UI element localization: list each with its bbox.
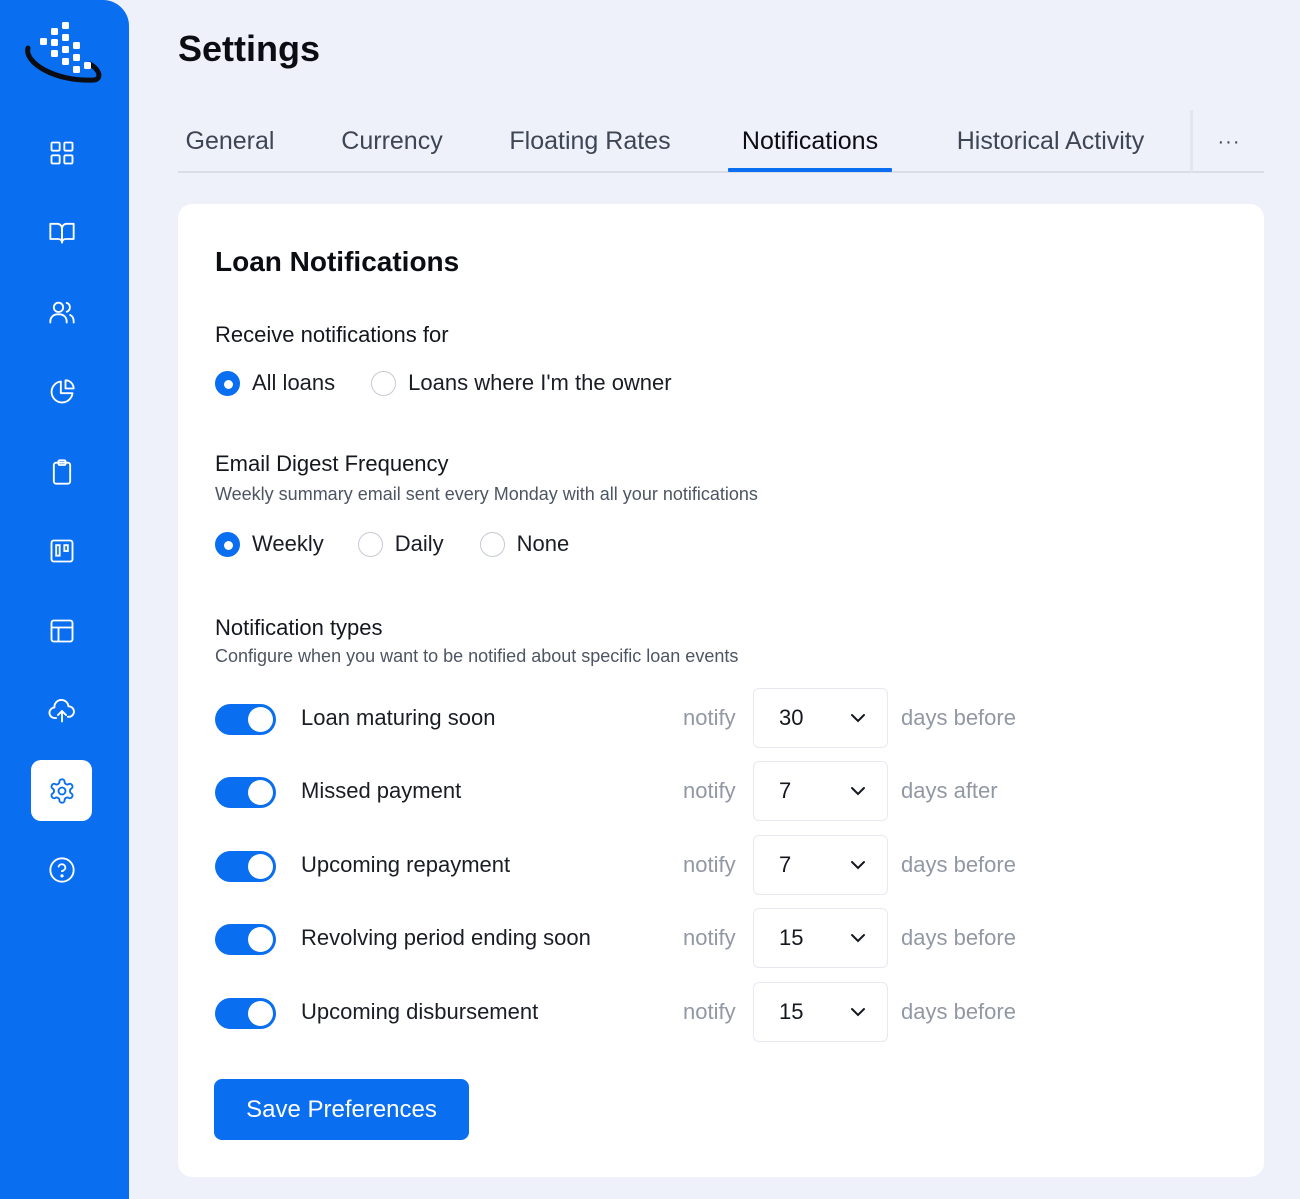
save-preferences-button[interactable]: Save Preferences xyxy=(214,1079,469,1140)
clipboard-icon xyxy=(52,458,71,485)
notification-type-label: Loan maturing soon xyxy=(301,705,496,730)
cloud-upload-icon xyxy=(48,698,75,722)
nav-board[interactable] xyxy=(31,520,92,581)
radio-all-loans[interactable]: All loans xyxy=(215,370,335,396)
toggle-switch[interactable] xyxy=(215,851,276,882)
radio-indicator[interactable] xyxy=(215,531,240,557)
days-suffix: days before xyxy=(901,852,1016,877)
notification-types-description: Configure when you want to be notified a… xyxy=(215,646,739,666)
users-icon xyxy=(48,301,75,323)
nav-upload[interactable] xyxy=(31,680,92,741)
notify-label: notify xyxy=(683,705,736,730)
radio-indicator[interactable] xyxy=(357,531,383,557)
days-select-value: 30 xyxy=(779,704,804,730)
radio-label: Weekly xyxy=(252,531,324,556)
toggle-switch[interactable] xyxy=(215,924,276,955)
receive-radio-group: All loans Loans where I'm the owner xyxy=(215,370,672,396)
days-select-value: 15 xyxy=(779,924,804,950)
notification-type-label: Revolving period ending soon xyxy=(301,925,591,950)
tab-bar: General Currency Floating Rates Notifica… xyxy=(178,110,1264,173)
days-select[interactable]: 15 xyxy=(753,982,888,1042)
days-select-value: 7 xyxy=(779,851,792,877)
notify-label: notify xyxy=(683,778,736,803)
nav-settings[interactable] xyxy=(31,760,92,821)
notification-row-upcoming-disbursement: Upcoming disbursement notify 15 days bef… xyxy=(215,982,1115,1042)
chevron-down-icon xyxy=(851,934,865,943)
nav-table[interactable] xyxy=(31,600,92,661)
days-select[interactable]: 7 xyxy=(753,835,888,895)
notification-type-label: Upcoming disbursement xyxy=(301,999,539,1024)
days-suffix: days before xyxy=(901,999,1016,1024)
notify-label: notify xyxy=(683,999,736,1024)
kanban-icon xyxy=(50,539,73,562)
radio-indicator[interactable] xyxy=(371,370,397,396)
days-select[interactable]: 30 xyxy=(753,688,888,748)
radio-weekly[interactable]: Weekly xyxy=(215,531,324,557)
notification-row-upcoming-repayment: Upcoming repayment notify 7 days before xyxy=(215,835,1115,895)
notify-label: notify xyxy=(683,852,736,877)
tab-historical-activity[interactable]: Historical Activity xyxy=(938,110,1163,173)
radio-indicator[interactable] xyxy=(215,370,240,396)
tab-general[interactable]: General xyxy=(178,110,282,173)
toggle-switch[interactable] xyxy=(215,777,276,808)
sidebar xyxy=(0,0,129,1199)
nav-book[interactable] xyxy=(31,201,92,262)
book-icon xyxy=(48,222,75,243)
nav-tasks[interactable] xyxy=(31,441,92,502)
digest-description: Weekly summary email sent every Monday w… xyxy=(215,484,758,504)
days-suffix: days after xyxy=(901,778,998,803)
logo xyxy=(25,22,102,83)
days-select-value: 15 xyxy=(779,998,804,1024)
gear-icon xyxy=(50,777,73,804)
notify-label: notify xyxy=(683,925,736,950)
days-select[interactable]: 15 xyxy=(753,908,888,968)
toggle-switch[interactable] xyxy=(215,704,276,735)
notification-row-missed-payment: Missed payment notify 7 days after xyxy=(215,761,1115,821)
nav-help[interactable] xyxy=(31,839,92,900)
days-select-value: 7 xyxy=(779,777,792,803)
receive-label: Receive notifications for xyxy=(215,322,449,347)
help-icon xyxy=(48,856,75,883)
days-select[interactable]: 7 xyxy=(753,761,888,821)
days-suffix: days before xyxy=(901,705,1016,730)
tab-currency[interactable]: Currency xyxy=(328,110,456,173)
tab-divider xyxy=(1190,110,1193,172)
chevron-down-icon xyxy=(851,787,865,796)
dashboard-icon xyxy=(50,141,73,164)
chevron-down-icon xyxy=(851,1008,865,1017)
tab-floating-rates[interactable]: Floating Rates xyxy=(500,110,680,173)
radio-label: None xyxy=(516,531,570,556)
table-icon xyxy=(50,619,73,642)
radio-label: All loans xyxy=(252,370,336,395)
radio-label: Daily xyxy=(394,531,444,556)
more-tabs-button[interactable]: ··· xyxy=(1208,124,1250,160)
digest-radio-group: Weekly Daily None xyxy=(215,531,569,557)
notification-types-label: Notification types xyxy=(215,615,383,640)
notification-row-revolving-period: Revolving period ending soon notify 15 d… xyxy=(215,908,1115,968)
radio-none[interactable]: None xyxy=(479,531,570,557)
tab-notifications[interactable]: Notifications xyxy=(728,110,892,173)
notification-type-label: Missed payment xyxy=(301,778,462,803)
chevron-down-icon xyxy=(851,714,865,723)
radio-label: Loans where I'm the owner xyxy=(408,370,672,395)
nav-dashboard[interactable] xyxy=(31,122,92,183)
notification-row-loan-maturing: Loan maturing soon notify 30 days before xyxy=(215,688,1115,748)
radio-owner-loans[interactable]: Loans where I'm the owner xyxy=(371,370,672,396)
nav-users[interactable] xyxy=(31,281,92,342)
page-title: Settings xyxy=(178,28,321,69)
toggle-switch[interactable] xyxy=(215,998,276,1029)
radio-daily[interactable]: Daily xyxy=(357,531,444,557)
loan-notifications-card: Loan Notifications Receive notifications… xyxy=(178,204,1264,1177)
nav-reports[interactable] xyxy=(31,361,92,422)
active-tab-indicator xyxy=(728,168,892,172)
chevron-down-icon xyxy=(851,861,865,870)
pie-chart-icon xyxy=(50,378,75,403)
digest-label: Email Digest Frequency xyxy=(215,451,449,476)
card-title: Loan Notifications xyxy=(215,246,460,277)
radio-indicator[interactable] xyxy=(479,531,505,557)
notification-type-label: Upcoming repayment xyxy=(301,852,511,877)
days-suffix: days before xyxy=(901,925,1016,950)
